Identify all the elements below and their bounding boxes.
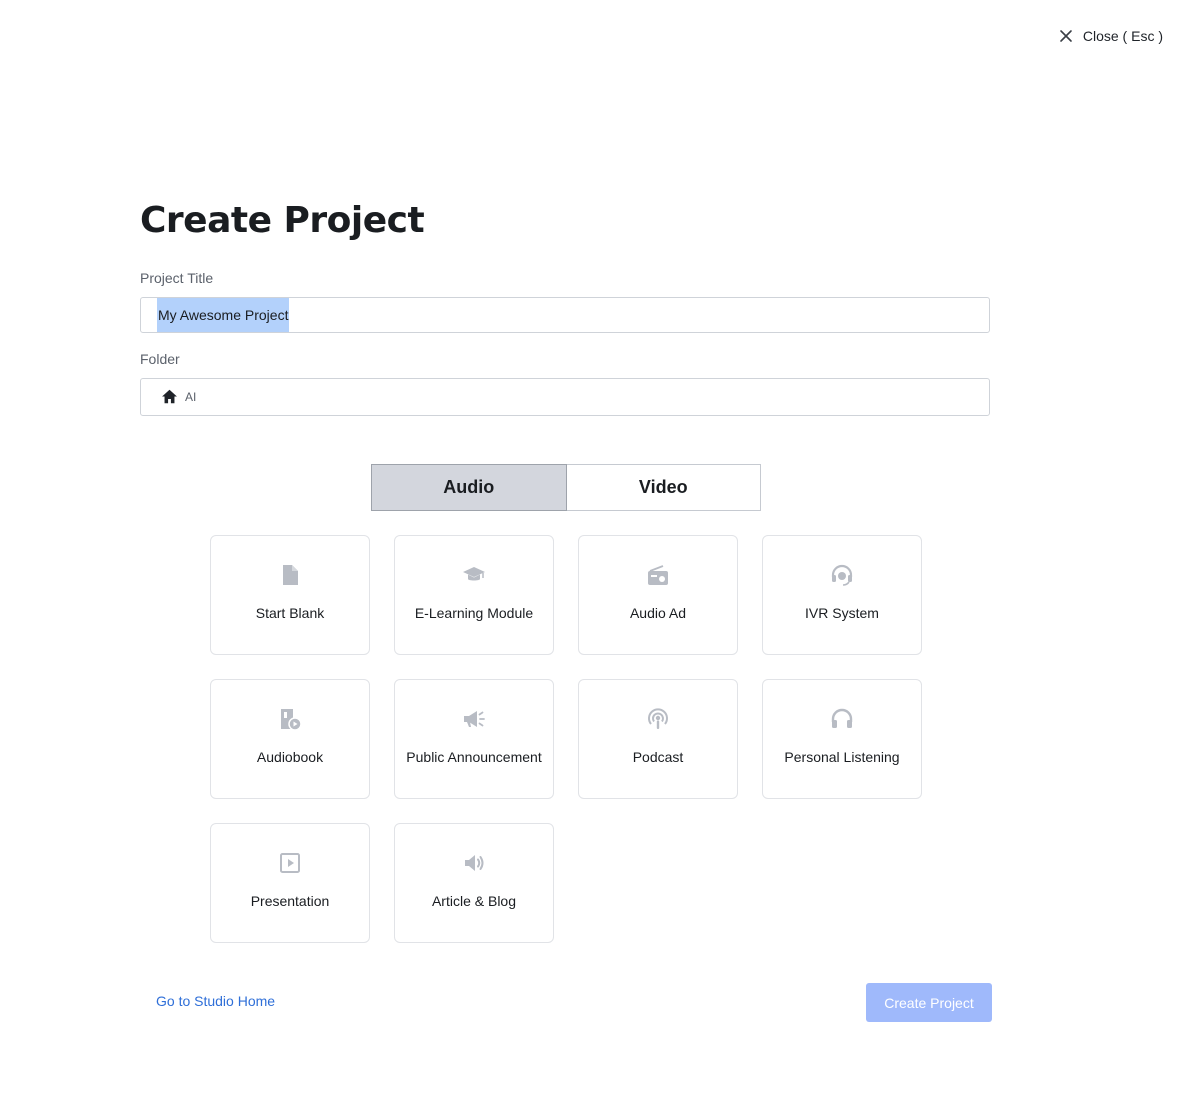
- project-title-label: Project Title: [140, 270, 214, 286]
- template-grid: Start Blank E-Learning Module Audio Ad I…: [210, 535, 922, 943]
- template-start-blank[interactable]: Start Blank: [210, 535, 370, 655]
- folder-label: Folder: [140, 351, 180, 367]
- go-to-studio-home-link[interactable]: Go to Studio Home: [156, 993, 275, 1009]
- template-audio-ad[interactable]: Audio Ad: [578, 535, 738, 655]
- template-presentation[interactable]: Presentation: [210, 823, 370, 943]
- close-button[interactable]: Close ( Esc ): [1059, 28, 1163, 44]
- template-label: Audio Ad: [629, 605, 687, 621]
- project-title-value: My Awesome Project: [157, 298, 290, 332]
- media-type-tabs: Audio Video: [371, 464, 761, 511]
- folder-select[interactable]: AI: [140, 378, 990, 416]
- template-label: Personal Listening: [784, 749, 900, 765]
- template-label: Podcast: [632, 749, 684, 765]
- audiobook-icon: [278, 707, 302, 731]
- megaphone-icon: [462, 707, 486, 731]
- graduation-cap-icon: [462, 563, 486, 587]
- close-label: Close ( Esc ): [1082, 28, 1163, 44]
- close-icon: [1060, 30, 1072, 42]
- podcast-icon: [646, 707, 670, 731]
- template-label: Presentation: [250, 893, 330, 909]
- template-label: Start Blank: [255, 605, 325, 621]
- file-icon: [278, 563, 302, 587]
- tab-audio[interactable]: Audio: [371, 464, 567, 511]
- template-label: Audiobook: [256, 749, 324, 765]
- template-podcast[interactable]: Podcast: [578, 679, 738, 799]
- home-icon: [162, 389, 177, 404]
- template-e-learning-module[interactable]: E-Learning Module: [394, 535, 554, 655]
- headphones-icon: [830, 707, 854, 731]
- template-label: IVR System: [805, 605, 879, 621]
- page-title: Create Project: [140, 200, 425, 241]
- template-label: Public Announcement: [406, 749, 542, 765]
- tab-video[interactable]: Video: [566, 464, 761, 511]
- template-ivr-system[interactable]: IVR System: [762, 535, 922, 655]
- create-project-button[interactable]: Create Project: [866, 983, 992, 1022]
- headset-icon: [830, 563, 854, 587]
- radio-icon: [646, 563, 670, 587]
- presentation-icon: [278, 851, 302, 875]
- speaker-icon: [462, 851, 486, 875]
- template-audiobook[interactable]: Audiobook: [210, 679, 370, 799]
- template-personal-listening[interactable]: Personal Listening: [762, 679, 922, 799]
- folder-value: AI: [185, 390, 197, 404]
- create-project-page: Close ( Esc ) Create Project Project Tit…: [0, 0, 1191, 1099]
- project-title-input[interactable]: My Awesome Project: [140, 297, 990, 333]
- template-article-blog[interactable]: Article & Blog: [394, 823, 554, 943]
- template-public-announcement[interactable]: Public Announcement: [394, 679, 554, 799]
- template-label: Article & Blog: [431, 893, 517, 909]
- template-label: E-Learning Module: [414, 605, 534, 621]
